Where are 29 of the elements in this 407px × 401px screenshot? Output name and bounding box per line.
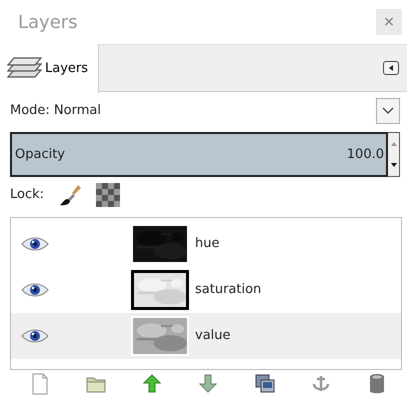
- layer-name: saturation: [195, 281, 262, 300]
- paintbrush-icon[interactable]: [58, 183, 82, 207]
- up-arrow-icon[interactable]: [142, 373, 162, 395]
- close-button[interactable]: ×: [376, 9, 402, 35]
- mode-label: Mode: Normal: [10, 102, 101, 120]
- eye-icon[interactable]: [21, 282, 49, 297]
- chevron-down-icon: [382, 107, 394, 115]
- layer-row[interactable]: value: [11, 313, 401, 359]
- duplicate-icon[interactable]: [254, 373, 275, 395]
- down-arrow-icon[interactable]: [198, 373, 218, 395]
- triangle-down-icon: [390, 162, 398, 168]
- lock-label: Lock:: [10, 186, 44, 204]
- dropdown-button[interactable]: [376, 98, 400, 124]
- tab[interactable]: Layers: [0, 44, 100, 93]
- new-page-icon[interactable]: [30, 373, 50, 395]
- triangle-left-icon: [387, 64, 395, 72]
- tab-menu-button[interactable]: [383, 61, 399, 75]
- eye-icon[interactable]: [21, 236, 49, 251]
- layer-name: value: [195, 327, 231, 346]
- opacity-value: 100.0: [346, 146, 384, 164]
- window-title: Layers: [18, 10, 78, 34]
- layer-name: hue: [195, 235, 220, 254]
- triangle-up-icon: [390, 140, 398, 147]
- checkerboard-icon[interactable]: [96, 183, 120, 207]
- opacity-label: Opacity: [15, 146, 66, 164]
- opacity-slider[interactable]: Opacity 100.0: [10, 132, 388, 177]
- eye-icon[interactable]: [21, 328, 49, 343]
- layer-row[interactable]: hue: [11, 221, 401, 267]
- layer-row[interactable]: saturation: [11, 267, 401, 313]
